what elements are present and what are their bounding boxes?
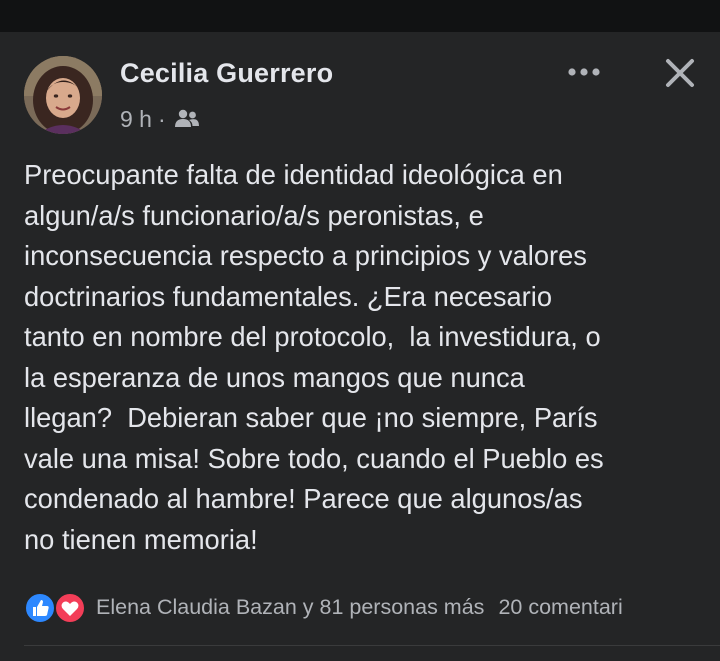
post-time[interactable]: 9 h [120, 106, 152, 133]
reaction-names[interactable]: Elena Claudia Bazan y 81 personas más [96, 595, 484, 620]
more-options-icon[interactable] [566, 60, 606, 84]
post-screen: Cecilia Guerrero 9 h · Preocupante falta… [0, 0, 720, 661]
love-icon [54, 592, 86, 624]
meta-separator: · [157, 105, 166, 132]
like-icon [24, 592, 56, 624]
friends-icon[interactable] [174, 108, 200, 130]
divider [24, 645, 720, 646]
author-name[interactable]: Cecilia Guerrero [120, 58, 333, 89]
comments-count[interactable]: 20 comentari [498, 595, 622, 620]
reaction-icons[interactable] [24, 590, 90, 624]
post-text: Preocupante falta de identidad ideológic… [24, 159, 604, 555]
post-meta: 9 h · [120, 104, 200, 134]
reactions-bar[interactable]: Elena Claudia Bazan y 81 personas más 20… [24, 590, 720, 624]
author-avatar[interactable] [24, 56, 102, 134]
close-icon[interactable] [662, 55, 698, 91]
top-bar [0, 0, 720, 32]
avatar-photo [24, 56, 102, 134]
